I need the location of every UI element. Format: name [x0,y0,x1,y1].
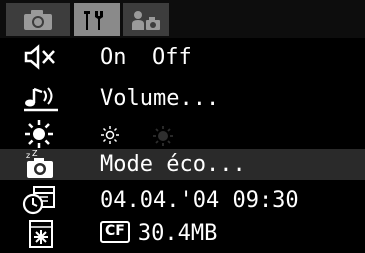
brightness-bright-option[interactable] [100,125,120,149]
cf-card-badge: CF [100,221,130,243]
my-camera-icon [132,10,160,30]
camera-menu-screen: On Off Volume... z Z Mode éco... 04.04.'… [0,0,365,253]
svg-text:Z: Z [32,149,38,158]
speaker-muted-icon [22,42,62,73]
brightness-dark-option[interactable] [152,125,174,151]
card-capacity: 30.4MB [137,221,218,246]
brightness-icon [22,119,62,150]
menu-row-mute[interactable]: On Off [0,40,365,75]
menu-row-date-time[interactable]: 04.04.'04 09:30 [0,183,365,218]
mute-option-on[interactable]: On [100,40,127,75]
tab-my-camera[interactable] [123,3,169,36]
mute-option-off[interactable]: Off [152,40,192,75]
menu-tab-bar [0,0,365,38]
tab-camera[interactable] [6,3,70,36]
tools-icon [84,10,103,30]
format-card-icon [22,218,62,249]
menu-row-format[interactable]: CF 30.4MB [0,216,365,251]
volume-icon [22,83,62,114]
menu-row-lcd-brightness[interactable] [0,117,365,152]
menu-row-eco-mode[interactable]: z Z Mode éco... [0,149,365,180]
date-time-icon [22,185,62,216]
power-saving-icon: z Z [22,149,62,180]
eco-mode-label: Mode éco... [100,152,246,177]
volume-label: Volume... [100,86,220,111]
format-info: CF 30.4MB [100,216,217,251]
date-time-value: 04.04.'04 09:30 [100,188,299,213]
svg-text:z: z [26,151,30,160]
menu-row-volume[interactable]: Volume... [0,81,365,116]
camera-icon [24,9,52,30]
tab-settings[interactable] [74,3,120,36]
